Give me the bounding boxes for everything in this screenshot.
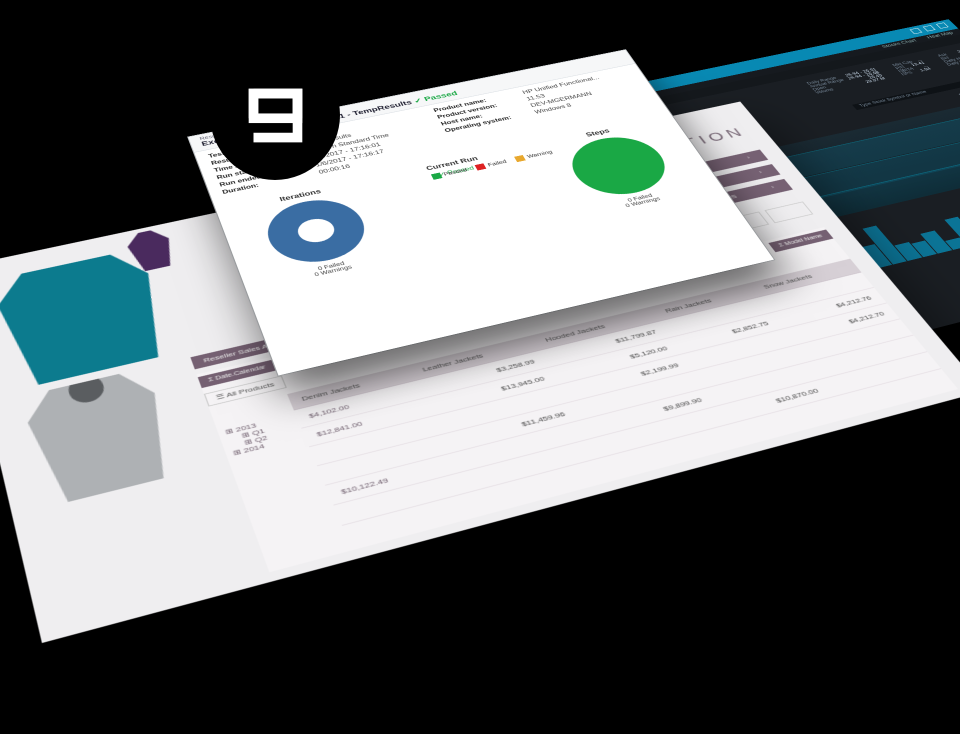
steps-chart: Steps 0 Failed0 Warnings [538, 118, 704, 218]
brand-badge [210, 50, 340, 180]
chevron-right-icon: › [746, 156, 751, 160]
minimize-icon[interactable] [910, 28, 923, 34]
close-icon[interactable] [936, 22, 949, 28]
chevron-right-icon: › [770, 186, 775, 190]
product-thumb-gray-hoodie[interactable] [21, 368, 182, 507]
current-run-panel: Current Run ✓ Passed [390, 148, 554, 252]
iterations-chart: Iterations 0 Failed0 Warnings [236, 179, 399, 288]
chart-type-icon [764, 201, 813, 223]
maximize-icon[interactable] [923, 25, 936, 31]
square-logo-icon [248, 88, 303, 143]
chevron-right-icon: › [758, 171, 763, 175]
